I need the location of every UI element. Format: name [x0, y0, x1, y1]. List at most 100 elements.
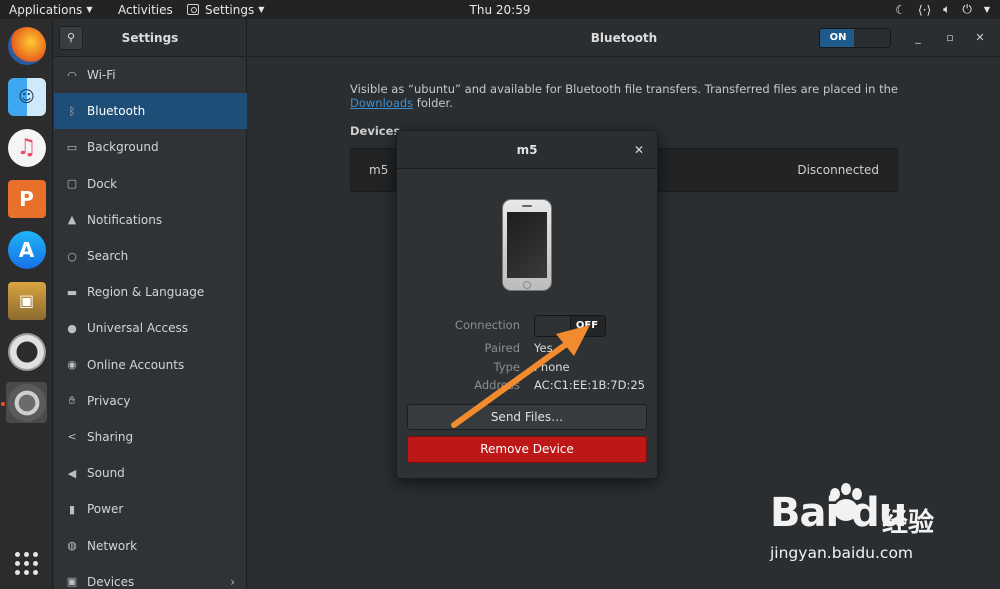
- show-applications-button[interactable]: [6, 543, 47, 584]
- sidebar-item-universal-access[interactable]: ● Universal Access: [54, 310, 247, 346]
- sidebar-item-label: Privacy: [87, 393, 131, 408]
- dock-settings[interactable]: [6, 382, 47, 423]
- toggle-off-label: OFF: [575, 320, 599, 331]
- chevron-right-icon: ›: [230, 574, 235, 589]
- sidebar-title: Settings: [121, 30, 179, 45]
- address-row: Address AC:C1:EE:1B:7D:25: [397, 378, 657, 396]
- dock-music[interactable]: ♫: [6, 127, 47, 168]
- archive-icon: ▣: [7, 281, 46, 320]
- dialog-header: m5 ✕: [397, 131, 657, 169]
- sidebar-item-label: Region & Language: [87, 285, 205, 300]
- dock-icon: ▢: [66, 177, 78, 191]
- minimize-icon: _: [915, 31, 921, 44]
- send-files-button[interactable]: Send Files…: [407, 404, 647, 430]
- network-wired-icon: ⟨·⟩: [917, 2, 932, 17]
- connection-toggle[interactable]: OFF: [534, 315, 606, 337]
- device-name: m5: [369, 163, 389, 177]
- settings-menu-label: Settings: [205, 2, 255, 17]
- device-status: Disconnected: [797, 163, 879, 177]
- dialog-close-button[interactable]: ✕: [631, 142, 647, 158]
- connection-label: Connection: [454, 318, 520, 332]
- sidebar-item-label: Bluetooth: [87, 104, 146, 119]
- devices-heading: Devices: [350, 124, 401, 138]
- applications-menu[interactable]: Applications ▼: [9, 0, 92, 19]
- sidebar-item-sharing[interactable]: < Sharing: [54, 419, 247, 455]
- settings-app-menu[interactable]: Settings ▼: [187, 0, 264, 19]
- activities-button[interactable]: Activities: [118, 0, 173, 19]
- network-icon: ◍: [67, 539, 77, 553]
- remove-device-button[interactable]: Remove Device: [407, 436, 647, 463]
- sidebar-item-label: Power: [87, 502, 124, 517]
- paired-label: Paired: [484, 341, 520, 355]
- watermark-chinese: 经验: [882, 508, 935, 538]
- sidebar-item-bluetooth[interactable]: ᛒ Bluetooth: [54, 93, 247, 130]
- app-grid-icon: [15, 552, 38, 575]
- minimize-button[interactable]: _: [910, 30, 926, 46]
- bell-icon: ▲: [67, 213, 77, 227]
- search-icon: ⚲: [66, 31, 76, 44]
- activities-label: Activities: [118, 2, 173, 17]
- maximize-button[interactable]: ▫: [942, 30, 958, 46]
- dock-firefox[interactable]: [6, 25, 47, 66]
- sidebar-item-devices[interactable]: ▣ Devices ›: [54, 564, 247, 589]
- dock-finder[interactable]: ☺: [6, 76, 47, 117]
- accessibility-icon: ●: [67, 321, 77, 335]
- sidebar-item-wifi[interactable]: ◠ Wi-Fi: [54, 57, 247, 93]
- top-bar: Applications ▼ Activities Settings ▼ Thu…: [0, 0, 1000, 19]
- settings-gear-icon: [7, 383, 46, 422]
- dock-archive-manager[interactable]: ▣: [6, 280, 47, 321]
- downloads-link[interactable]: Downloads: [350, 96, 413, 110]
- search-button[interactable]: ⚲: [59, 25, 83, 50]
- close-window-button[interactable]: ✕: [972, 30, 988, 46]
- sidebar-item-label: Universal Access: [87, 321, 188, 336]
- sidebar-item-label: Online Accounts: [87, 357, 185, 372]
- clock-label[interactable]: Thu 20:59: [470, 3, 531, 17]
- search-icon: ○: [67, 249, 77, 263]
- address-value: AC:C1:EE:1B:7D:25: [534, 378, 645, 392]
- visibility-description: Visible as “ubuntu” and available for Bl…: [350, 82, 898, 110]
- music-icon: ♫: [7, 128, 46, 167]
- finder-icon: ☺: [7, 77, 46, 116]
- sidebar-item-power[interactable]: ▮ Power: [54, 491, 247, 527]
- type-label: Type: [493, 360, 520, 374]
- sidebar-item-network[interactable]: ◍ Network: [54, 527, 247, 563]
- settings-app-icon: [187, 4, 199, 15]
- sidebar-item-label: Wi-Fi: [87, 68, 116, 83]
- sidebar-item-notifications[interactable]: ▲ Notifications: [54, 202, 247, 238]
- visibility-text-prefix: Visible as “ubuntu” and available for Bl…: [350, 82, 898, 96]
- sidebar-item-online-accounts[interactable]: ◉ Online Accounts: [54, 347, 247, 383]
- phone-icon: [502, 199, 552, 291]
- sidebar-item-privacy[interactable]: ✋︎ Privacy: [54, 383, 247, 419]
- system-tray[interactable]: ☾ ⟨·⟩ 🔈︎ ⏻︎ ▼: [895, 0, 990, 19]
- dock-app-store[interactable]: A: [6, 229, 47, 270]
- sidebar-item-search[interactable]: ○ Search: [54, 238, 247, 274]
- address-label: Address: [474, 378, 520, 392]
- lifebuoy-icon: [7, 332, 46, 371]
- paired-value: Yes: [534, 341, 553, 355]
- sidebar-item-dock[interactable]: ▢ Dock: [54, 166, 247, 202]
- toggle-on-label: ON: [820, 29, 856, 47]
- running-indicator: [1, 402, 5, 406]
- connection-row: Connection OFF: [397, 315, 657, 337]
- dock-presentation[interactable]: P: [6, 178, 47, 219]
- close-icon: ✕: [975, 31, 985, 44]
- sidebar-item-label: Background: [87, 140, 159, 155]
- sidebar-item-region-language[interactable]: ▬ Region & Language: [54, 274, 247, 310]
- volume-icon: 🔈︎: [943, 2, 951, 16]
- watermark-url: jingyan.baidu.com: [770, 544, 914, 562]
- dialog-title: m5: [516, 143, 538, 157]
- sidebar-item-background[interactable]: ▭ Background: [54, 129, 247, 165]
- toggle-knob: [535, 316, 571, 336]
- devices-icon: ▣: [66, 575, 78, 589]
- sidebar-list: ◠ Wi-Fi ᛒ Bluetooth ▭ Background ▢ Dock …: [54, 57, 247, 589]
- speaker-icon: ◀: [67, 466, 77, 480]
- visibility-text-suffix: folder.: [413, 96, 453, 110]
- bluetooth-toggle[interactable]: ON: [819, 28, 891, 48]
- paired-row: Paired Yes: [397, 341, 657, 359]
- sidebar-item-label: Sharing: [87, 429, 134, 444]
- dock-help[interactable]: [6, 331, 47, 372]
- sidebar-item-label: Search: [87, 249, 129, 264]
- sidebar-item-sound[interactable]: ◀ Sound: [54, 455, 247, 491]
- settings-sidebar: ⚲ Settings ◠ Wi-Fi ᛒ Bluetooth ▭ Backgro…: [54, 19, 247, 589]
- sidebar-header: ⚲ Settings: [54, 19, 246, 57]
